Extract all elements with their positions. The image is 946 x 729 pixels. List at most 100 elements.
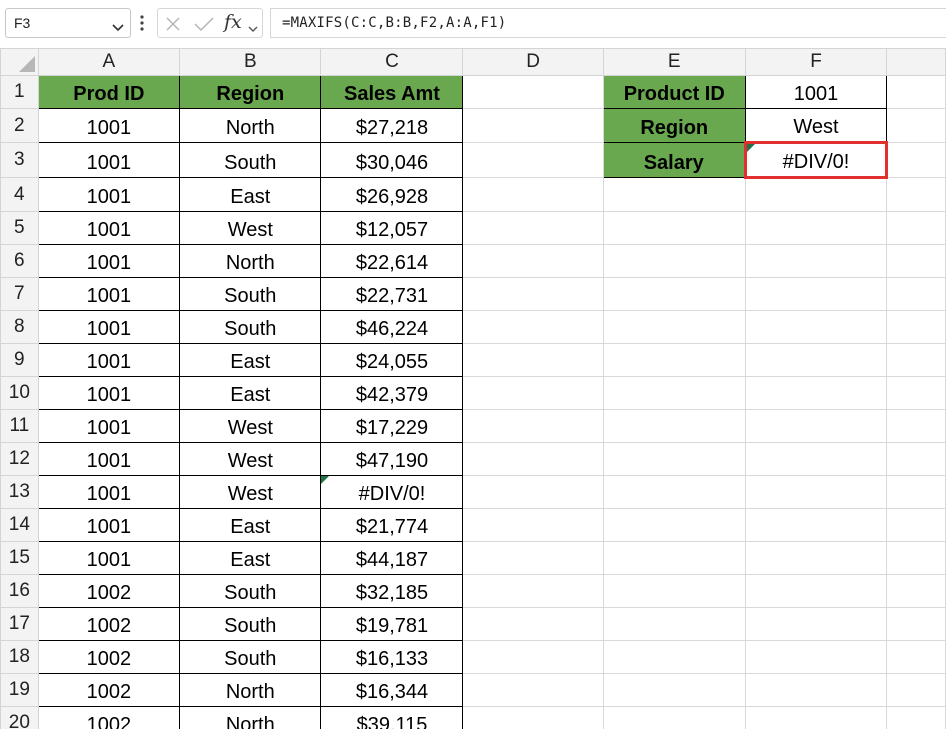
data-cell[interactable]: $39,115 bbox=[320, 706, 464, 729]
cancel-icon[interactable] bbox=[165, 16, 181, 37]
empty-cell[interactable] bbox=[602, 475, 746, 509]
empty-cell[interactable] bbox=[744, 277, 888, 311]
row-header[interactable]: 13 bbox=[0, 475, 39, 509]
data-cell[interactable]: West bbox=[179, 211, 322, 245]
data-cell[interactable]: $19,781 bbox=[320, 607, 464, 641]
empty-cell[interactable] bbox=[744, 376, 888, 410]
data-cell[interactable]: $30,046 bbox=[320, 142, 464, 178]
row-header[interactable]: 5 bbox=[0, 211, 39, 245]
empty-cell[interactable] bbox=[744, 442, 888, 476]
empty-cell[interactable] bbox=[602, 706, 746, 729]
empty-cell[interactable] bbox=[886, 277, 946, 311]
data-cell[interactable]: 1001 bbox=[37, 541, 181, 575]
data-cell[interactable]: $46,224 bbox=[320, 310, 464, 344]
header-cell[interactable]: Prod ID bbox=[37, 75, 181, 109]
data-cell[interactable]: East bbox=[179, 177, 322, 212]
empty-cell[interactable] bbox=[886, 211, 946, 245]
row-header[interactable]: 19 bbox=[0, 673, 39, 707]
empty-cell[interactable] bbox=[886, 574, 946, 608]
data-cell[interactable]: North bbox=[179, 108, 322, 143]
empty-cell[interactable] bbox=[462, 310, 604, 344]
data-cell[interactable]: North bbox=[179, 706, 322, 729]
empty-cell[interactable] bbox=[744, 244, 888, 278]
data-cell[interactable]: 1001 bbox=[37, 475, 181, 509]
empty-cell[interactable] bbox=[462, 277, 604, 311]
confirm-icon[interactable] bbox=[194, 16, 214, 37]
empty-cell[interactable] bbox=[744, 508, 888, 542]
row-header[interactable]: 18 bbox=[0, 640, 39, 674]
empty-cell[interactable] bbox=[602, 574, 746, 608]
data-cell[interactable]: $27,218 bbox=[320, 108, 464, 143]
data-cell[interactable]: 1001 bbox=[37, 244, 181, 278]
data-cell[interactable]: North bbox=[179, 673, 322, 707]
empty-cell[interactable] bbox=[462, 75, 604, 109]
empty-cell[interactable] bbox=[602, 310, 746, 344]
empty-cell[interactable] bbox=[886, 376, 946, 410]
empty-cell[interactable] bbox=[744, 343, 888, 377]
empty-cell[interactable] bbox=[744, 541, 888, 575]
data-cell[interactable]: 1001 bbox=[37, 177, 181, 212]
row-header[interactable]: 8 bbox=[0, 310, 39, 344]
empty-cell[interactable] bbox=[462, 211, 604, 245]
empty-cell[interactable] bbox=[886, 607, 946, 641]
empty-cell[interactable] bbox=[602, 541, 746, 575]
row-header[interactable]: 20 bbox=[0, 706, 39, 729]
row-header[interactable]: 1 bbox=[0, 75, 39, 109]
empty-cell[interactable] bbox=[886, 409, 946, 443]
function-icon[interactable]: fx bbox=[224, 11, 242, 33]
row-header[interactable]: 6 bbox=[0, 244, 39, 278]
row-header[interactable]: 3 bbox=[0, 142, 39, 178]
data-cell[interactable]: East bbox=[179, 541, 322, 575]
data-cell[interactable]: South bbox=[179, 607, 322, 641]
empty-cell[interactable] bbox=[886, 442, 946, 476]
header-cell[interactable]: Region bbox=[179, 75, 322, 109]
data-cell[interactable]: $24,055 bbox=[320, 343, 464, 377]
empty-cell[interactable] bbox=[602, 640, 746, 674]
empty-cell[interactable] bbox=[886, 673, 946, 707]
data-cell[interactable]: East bbox=[179, 376, 322, 410]
data-cell[interactable]: $16,133 bbox=[320, 640, 464, 674]
data-cell[interactable]: $42,379 bbox=[320, 376, 464, 410]
worksheet-grid[interactable]: A B C D E F 1 Prod ID Region Sales Amt Produ… bbox=[0, 48, 946, 729]
data-cell[interactable]: 1001 bbox=[37, 277, 181, 311]
empty-cell[interactable] bbox=[602, 376, 746, 410]
criteria-label[interactable]: Salary bbox=[602, 142, 746, 178]
empty-cell[interactable] bbox=[462, 706, 604, 729]
empty-cell[interactable] bbox=[462, 508, 604, 542]
data-cell[interactable]: 1002 bbox=[37, 607, 181, 641]
chevron-down-icon[interactable] bbox=[112, 19, 124, 37]
empty-cell[interactable] bbox=[744, 211, 888, 245]
column-header-d[interactable]: D bbox=[462, 48, 604, 76]
header-cell[interactable]: Sales Amt bbox=[320, 75, 464, 109]
empty-cell[interactable] bbox=[462, 607, 604, 641]
empty-cell[interactable] bbox=[462, 177, 604, 212]
empty-cell[interactable] bbox=[886, 475, 946, 509]
row-header[interactable]: 9 bbox=[0, 343, 39, 377]
data-cell[interactable]: West bbox=[179, 475, 322, 509]
column-header-empty[interactable] bbox=[886, 48, 946, 76]
column-header-a[interactable]: A bbox=[37, 48, 181, 76]
empty-cell[interactable] bbox=[886, 177, 946, 212]
empty-cell[interactable] bbox=[602, 442, 746, 476]
data-cell[interactable]: 1002 bbox=[37, 574, 181, 608]
empty-cell[interactable] bbox=[744, 607, 888, 641]
empty-cell[interactable] bbox=[886, 244, 946, 278]
empty-cell[interactable] bbox=[602, 673, 746, 707]
empty-cell[interactable] bbox=[462, 142, 604, 178]
empty-cell[interactable] bbox=[462, 108, 604, 143]
criteria-label[interactable]: Product ID bbox=[602, 75, 746, 109]
error-indicator-icon[interactable] bbox=[321, 476, 330, 484]
data-cell[interactable]: South bbox=[179, 142, 322, 178]
formula-input[interactable]: =MAXIFS(C:C,B:B,F2,A:A,F1) bbox=[270, 8, 946, 38]
data-cell[interactable]: #DIV/0! bbox=[320, 475, 464, 509]
data-cell[interactable]: South bbox=[179, 310, 322, 344]
empty-cell[interactable] bbox=[602, 508, 746, 542]
empty-cell[interactable] bbox=[744, 574, 888, 608]
empty-cell[interactable] bbox=[602, 343, 746, 377]
data-cell[interactable]: 1001 bbox=[37, 343, 181, 377]
row-header[interactable]: 11 bbox=[0, 409, 39, 443]
data-cell[interactable]: $17,229 bbox=[320, 409, 464, 443]
empty-cell[interactable] bbox=[886, 75, 946, 109]
empty-cell[interactable] bbox=[462, 673, 604, 707]
empty-cell[interactable] bbox=[602, 177, 746, 212]
